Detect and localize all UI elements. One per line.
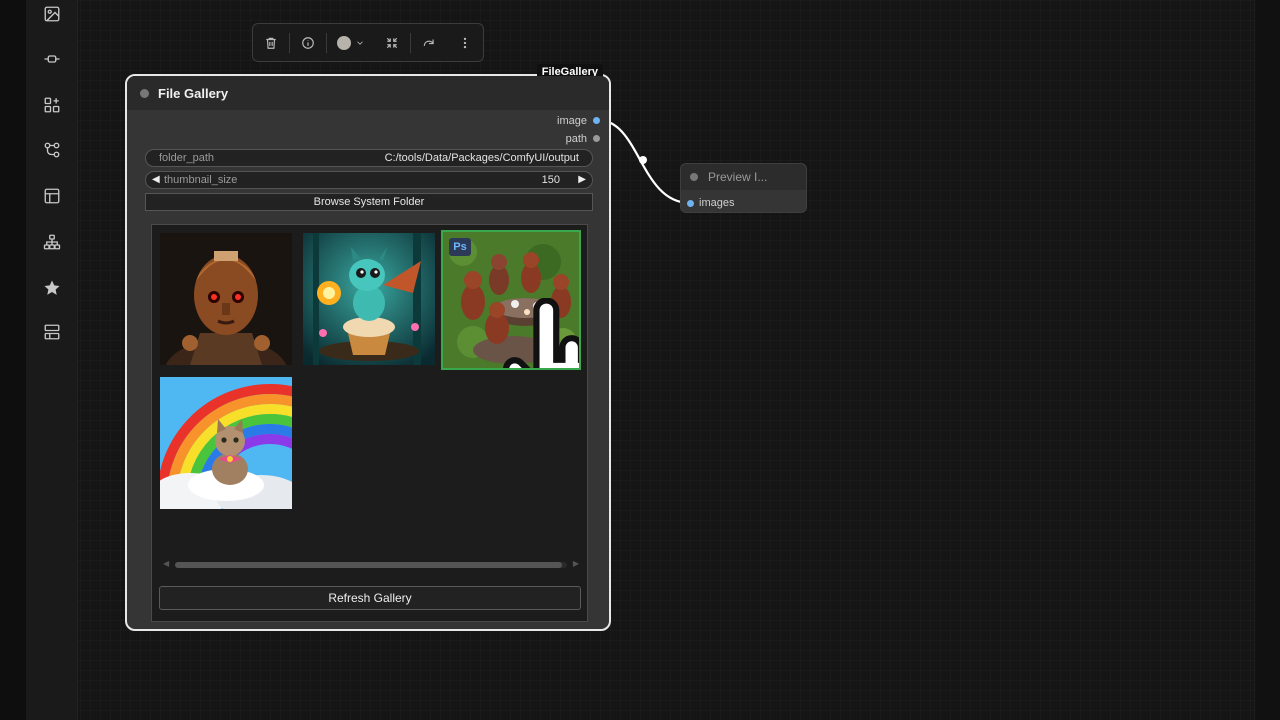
extensions-icon[interactable] <box>41 94 63 116</box>
thumbnail-size-value: 150 <box>541 174 560 186</box>
collapse-icon[interactable] <box>374 24 410 61</box>
preview-node-header[interactable]: Preview I... <box>681 164 806 190</box>
output-label-image: image <box>557 115 587 127</box>
node-color-swatch <box>336 35 351 50</box>
thumbnail-size-label: thumbnail_size <box>164 174 238 186</box>
folder-path-label: folder_path <box>159 152 215 164</box>
layout-icon[interactable] <box>41 321 63 343</box>
preview-collapse-toggle[interactable] <box>690 173 698 181</box>
gallery-horizontal-scrollbar[interactable]: ◀ ▶ <box>161 559 581 571</box>
image-gallery: Ps ◀ ▶ Refresh Gallery <box>151 224 588 622</box>
input-slot-images[interactable] <box>687 200 694 207</box>
output-slot-image[interactable] <box>593 117 600 124</box>
increment-arrow-icon[interactable]: ▶ <box>578 174 586 185</box>
window-right-edge <box>1254 0 1280 720</box>
window-left-edge <box>0 0 26 720</box>
file-gallery-node[interactable]: FileGallery File Gallery image path fold… <box>125 64 611 631</box>
preview-image-node[interactable]: Preview I... images <box>680 163 807 213</box>
folder-path-widget[interactable]: folder_path C:/tools/Data/Packages/Comfy… <box>145 149 593 167</box>
output-slot-path[interactable] <box>593 135 600 142</box>
browse-system-folder-button[interactable]: Browse System Folder <box>145 193 593 211</box>
scroll-right-arrow-icon[interactable]: ▶ <box>573 559 579 568</box>
hand-cursor-icon <box>503 298 579 368</box>
link-icon[interactable] <box>41 48 63 70</box>
scroll-thumb[interactable] <box>175 562 562 568</box>
color-picker[interactable] <box>327 24 374 61</box>
folder-path-value: C:/tools/Data/Packages/ComfyUI/output <box>384 152 579 164</box>
nodes-tree-icon[interactable] <box>41 231 63 253</box>
info-icon[interactable] <box>290 24 327 61</box>
preview-node-title: Preview I... <box>708 170 768 184</box>
photoshop-badge: Ps <box>449 238 471 256</box>
more-vertical-icon[interactable] <box>447 24 483 61</box>
selection-toolbar <box>252 23 484 62</box>
bypass-icon[interactable] <box>411 24 448 61</box>
rainbow-kitten-thumbnail[interactable] <box>160 377 292 509</box>
node-header[interactable]: File Gallery <box>127 76 609 110</box>
refresh-gallery-button[interactable]: Refresh Gallery <box>159 586 581 610</box>
thumbnail-size-widget[interactable]: ◀ thumbnail_size 150 ▶ <box>145 171 593 189</box>
image-icon[interactable] <box>41 3 63 25</box>
star-icon[interactable] <box>41 277 63 299</box>
workflows-icon[interactable] <box>41 139 63 161</box>
decrement-arrow-icon[interactable]: ◀ <box>152 174 160 185</box>
trash-icon[interactable] <box>253 24 289 61</box>
input-label-images: images <box>699 197 735 209</box>
sidebar <box>26 0 78 720</box>
scroll-left-arrow-icon[interactable]: ◀ <box>163 559 169 568</box>
baby-dragon-cupcake-thumbnail[interactable] <box>303 233 435 365</box>
output-label-path: path <box>565 133 587 145</box>
node-title: File Gallery <box>158 86 229 101</box>
chevron-down-icon <box>356 40 363 45</box>
templates-icon[interactable] <box>41 185 63 207</box>
link-midpoint[interactable] <box>639 156 647 164</box>
robot-portrait-thumbnail[interactable] <box>160 233 292 365</box>
node-collapse-toggle[interactable] <box>140 89 149 98</box>
squirrel-tea-party-thumbnail[interactable]: Ps <box>441 230 581 370</box>
